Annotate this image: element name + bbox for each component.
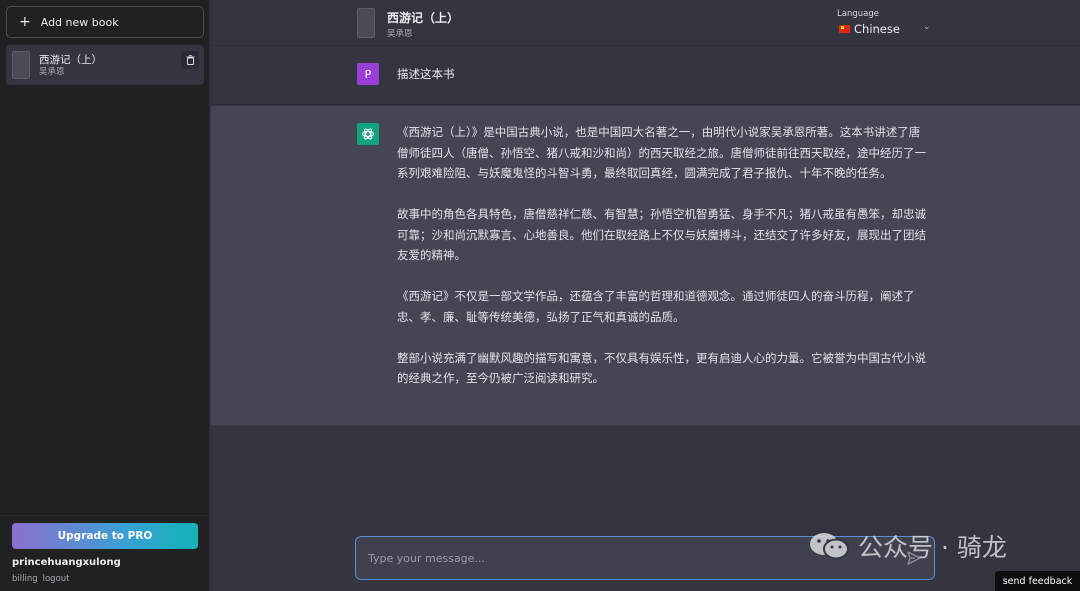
book-cover-thumbnail: [12, 51, 30, 79]
add-new-book-button[interactable]: + Add new book: [6, 6, 204, 38]
add-new-book-label: Add new book: [40, 15, 119, 29]
assistant-paragraph: 《西游记》不仅是一部文学作品，还蕴含了丰富的哲理和道德观念。通过师徒四人的奋斗历…: [397, 289, 915, 324]
account-links: billing logout: [12, 574, 70, 584]
user-avatar: P: [357, 63, 379, 85]
username: princehuangxulong: [12, 557, 121, 568]
sidebar: + Add new book 西游记（上） 吴承恩 Upgrade to PRO…: [0, 0, 210, 591]
assistant-paragraph: 整部小说充满了幽默风趣的描写和寓意，不仅具有娱乐性，更有启迪人心的力量。它被誉为…: [397, 350, 926, 386]
sidebar-footer: Upgrade to PRO princehuangxulong billing…: [0, 515, 210, 591]
assistant-paragraph: 《西游记（上）》是中国古典小说，也是中国四大名著之一，由明代小说家吴承恩所著。这…: [397, 125, 926, 180]
header-book-author: 吴承恩: [387, 29, 413, 39]
language-value: Chinese: [854, 22, 900, 36]
header-book-title: 西游记（上）: [387, 11, 460, 25]
assistant-message-text: 《西游记（上）》是中国古典小说，也是中国四大名著之一，由明代小说家吴承恩所著。这…: [397, 122, 931, 409]
language-select[interactable]: Chinese ⌄: [839, 21, 935, 37]
watermark-text: 公众号 · 骑龙: [858, 533, 1007, 562]
assistant-paragraph: 故事中的角色各具特色，唐僧慈祥仁慈、有智慧；孙悟空机智勇猛、身手不凡；猪八戒虽有…: [397, 207, 926, 262]
user-message-row: P 描述这本书: [211, 47, 1080, 105]
book-title: 西游记（上）: [39, 53, 102, 66]
plus-icon: +: [19, 14, 31, 30]
send-feedback-button[interactable]: send feedback: [995, 571, 1080, 591]
logout-link[interactable]: logout: [43, 574, 70, 584]
book-list-item[interactable]: 西游记（上） 吴承恩: [6, 45, 204, 85]
header-book-cover: [357, 8, 375, 38]
china-flag-icon: [839, 25, 850, 33]
language-label: Language: [837, 9, 879, 19]
openai-logo-icon: [357, 123, 379, 145]
book-author: 吴承恩: [39, 66, 65, 77]
chat-header: 西游记（上） 吴承恩 Language Chinese ⌄: [211, 0, 1080, 46]
user-message-text: 描述这本书: [397, 67, 455, 81]
upgrade-to-pro-button[interactable]: Upgrade to PRO: [12, 523, 198, 549]
chevron-down-icon: ⌄: [923, 22, 931, 32]
trash-icon[interactable]: [181, 51, 199, 69]
assistant-message-row: 《西游记（上）》是中国古典小说，也是中国四大名著之一，由明代小说家吴承恩所著。这…: [211, 106, 1080, 426]
billing-link[interactable]: billing: [12, 574, 38, 584]
watermark: 公众号 · 骑龙: [808, 528, 1007, 564]
wechat-icon: [810, 533, 849, 560]
